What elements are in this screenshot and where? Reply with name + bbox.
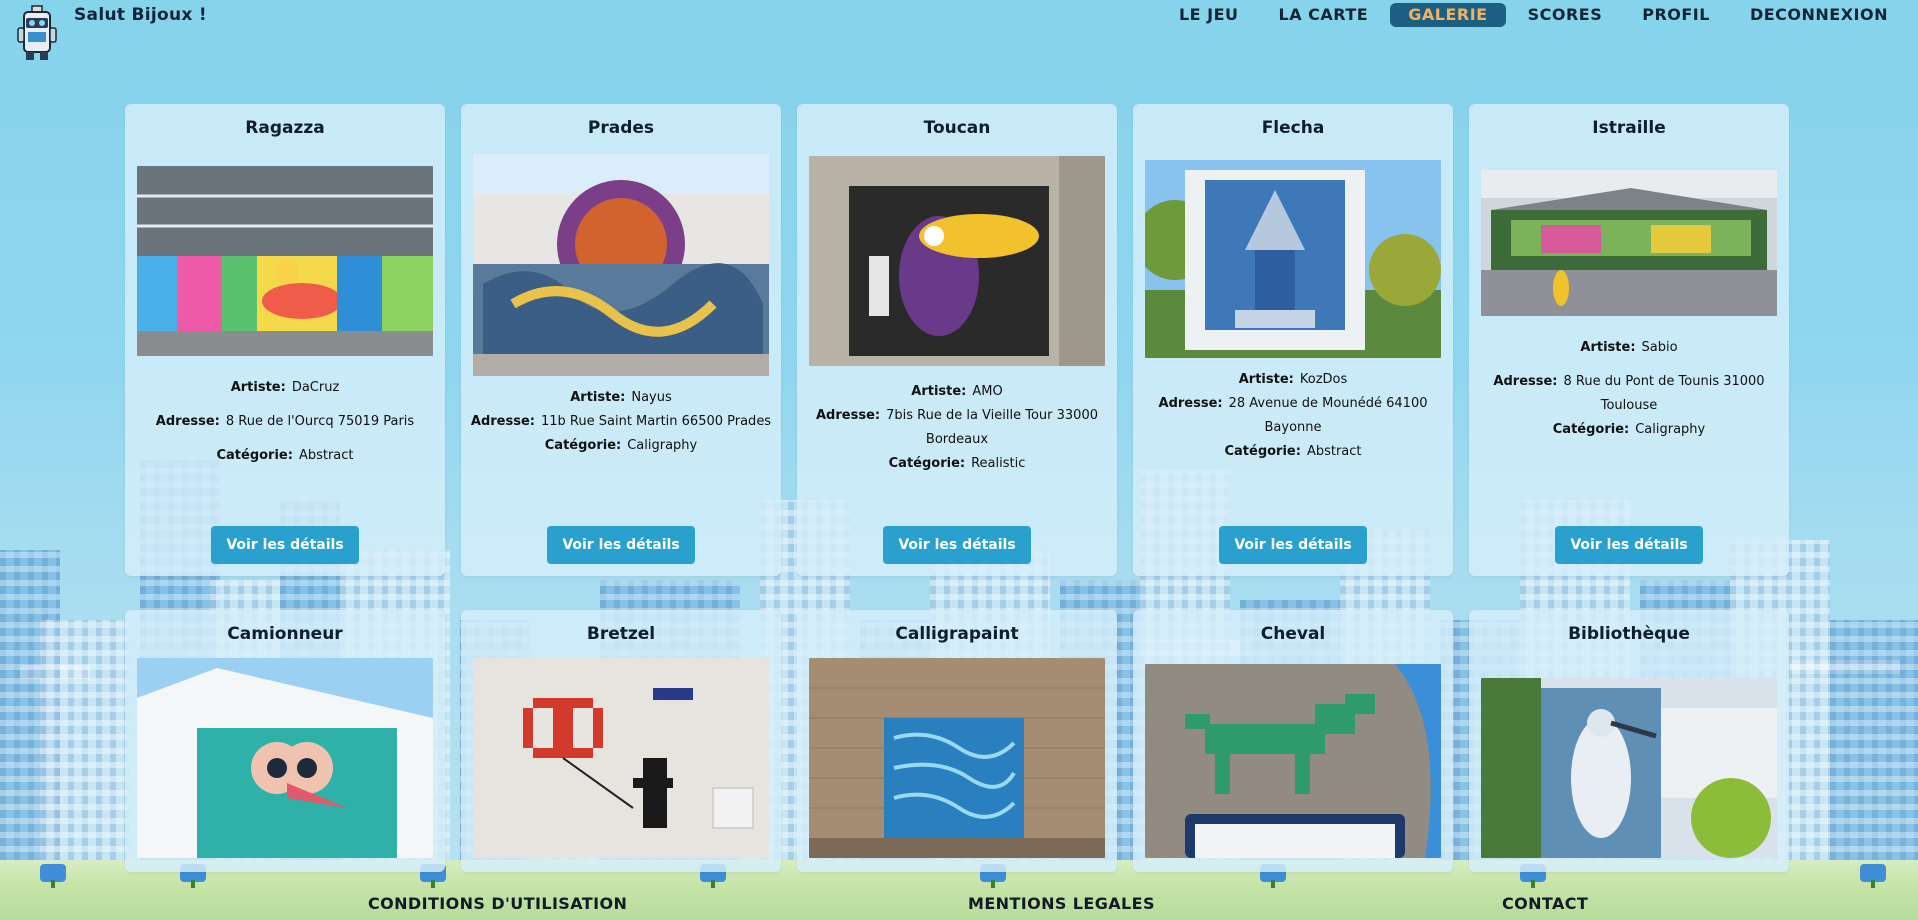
gallery-card: Camionneur: [125, 610, 445, 872]
address-value: 28 Avenue de Mounédé 64100 Bayonne: [1228, 396, 1428, 435]
gallery-card: Cheval: [1133, 610, 1453, 872]
gallery-card: Prades Artiste: Nayus Adresse: 11b Rue Sai…: [461, 104, 781, 576]
nav-la-carte[interactable]: LA CARTE: [1261, 3, 1387, 27]
card-title: Bretzel: [586, 624, 656, 644]
greeting-text: Salut Bijoux !: [74, 5, 207, 25]
category-value: Caligraphy: [627, 438, 698, 453]
card-title: Calligrapaint: [895, 624, 1019, 644]
robot-spraycan-mascot-icon[interactable]: [14, 4, 60, 62]
address-value: 11b Rue Saint Martin 66500 Prades: [541, 414, 772, 429]
category-value: Abstract: [1306, 444, 1362, 459]
details-button[interactable]: Voir les détails: [547, 526, 695, 564]
address-value: 7bis Rue de la Vieille Tour 33000 Bordea…: [886, 408, 1098, 447]
mural-bird-on-building[interactable]: [137, 658, 433, 858]
footer-link-conditions[interactable]: CONDITIONS D'UTILISATION: [368, 894, 627, 913]
footer-link-mentions-legales[interactable]: MENTIONS LEGALES: [968, 894, 1155, 913]
footer-link-contact[interactable]: CONTACT: [1502, 894, 1588, 913]
details-button[interactable]: Voir les détails: [883, 526, 1031, 564]
artist-value: DaCruz: [291, 380, 340, 395]
nav-le-jeu[interactable]: LE JEU: [1161, 3, 1257, 27]
artist-label: Artiste:: [911, 384, 967, 399]
artist-value: Nayus: [631, 390, 672, 405]
mural-pixel-horse[interactable]: [1145, 664, 1441, 858]
card-title: Cheval: [1260, 624, 1326, 644]
address-value: 8 Rue du Pont de Tounis 31000 Toulouse: [1563, 374, 1765, 413]
card-title: Toucan: [923, 118, 991, 138]
artist-value: KozDos: [1299, 372, 1348, 387]
gallery-card: Flecha Artiste: KozDos Adresse: 28 Avenue …: [1133, 104, 1453, 576]
category-value: Realistic: [971, 456, 1026, 471]
category-label: Catégorie:: [888, 456, 966, 471]
top-header: Salut Bijoux ! LE JEU LA CARTE GALERIE S…: [0, 0, 1918, 60]
card-title: Ragazza: [245, 118, 325, 138]
tree-icon: [40, 864, 66, 888]
gallery-card: Istraille Artiste: Sabio Adresse: 8 Rue du…: [1469, 104, 1789, 576]
page-footer: CONDITIONS D'UTILISATION MENTIONS LEGALE…: [0, 888, 1918, 920]
category-value: Caligraphy: [1635, 422, 1706, 437]
artist-value: Sabio: [1641, 340, 1678, 355]
address-label: Adresse:: [1158, 396, 1223, 411]
artist-label: Artiste:: [1580, 340, 1636, 355]
details-button[interactable]: Voir les détails: [1555, 526, 1703, 564]
main-nav: LE JEU LA CARTE GALERIE SCORES PROFIL DE…: [1161, 3, 1906, 27]
mural-figure-on-building[interactable]: [1145, 160, 1441, 358]
mural-toucan-on-door[interactable]: [809, 156, 1105, 366]
nav-deconnexion[interactable]: DECONNEXION: [1732, 3, 1906, 27]
artist-value: AMO: [972, 384, 1003, 399]
card-title: Istraille: [1592, 118, 1666, 138]
gallery-card: Toucan Artiste: AMO Adresse: 7bis Rue de l…: [797, 104, 1117, 576]
address-label: Adresse:: [816, 408, 881, 423]
address-value: 8 Rue de l'Ourcq 75019 Paris: [225, 414, 415, 429]
details-button[interactable]: Voir les détails: [211, 526, 359, 564]
mural-hall-panorama[interactable]: [1481, 170, 1777, 316]
mural-heron-on-library[interactable]: [1481, 678, 1777, 858]
gallery-card: Calligrapaint: [797, 610, 1117, 872]
category-label: Catégorie:: [216, 448, 293, 463]
tree-icon: [1860, 864, 1886, 888]
artist-label: Artiste:: [1238, 372, 1294, 387]
gallery-card: Ragazza Artiste: DaCruz Adresse: 8 Rue de …: [125, 104, 445, 576]
address-label: Adresse:: [155, 414, 220, 429]
card-title: Camionneur: [227, 624, 343, 644]
category-label: Catégorie:: [544, 438, 622, 453]
nav-scores[interactable]: SCORES: [1510, 3, 1621, 27]
mural-calligraphy-electric-box[interactable]: [809, 658, 1105, 858]
address-label: Adresse:: [470, 414, 535, 429]
mural-pixel-pretzel-balloon[interactable]: [473, 658, 769, 858]
address-label: Adresse:: [1493, 374, 1558, 389]
category-label: Catégorie:: [1552, 422, 1630, 437]
nav-galerie[interactable]: GALERIE: [1390, 3, 1506, 27]
mural-graffiti-wildstyle[interactable]: [473, 154, 769, 376]
card-title: Flecha: [1261, 118, 1325, 138]
artist-label: Artiste:: [230, 380, 286, 395]
details-button[interactable]: Voir les détails: [1219, 526, 1367, 564]
card-title: Bibliothèque: [1568, 624, 1690, 644]
artist-label: Artiste:: [570, 390, 626, 405]
category-label: Catégorie:: [1224, 444, 1301, 459]
gallery-card: Bretzel: [461, 610, 781, 872]
mural-colorful-reclining-figure[interactable]: [137, 166, 433, 356]
gallery-card: Bibliothèque: [1469, 610, 1789, 872]
card-title: Prades: [587, 118, 655, 138]
nav-profil[interactable]: PROFIL: [1624, 3, 1728, 27]
category-value: Abstract: [298, 448, 354, 463]
